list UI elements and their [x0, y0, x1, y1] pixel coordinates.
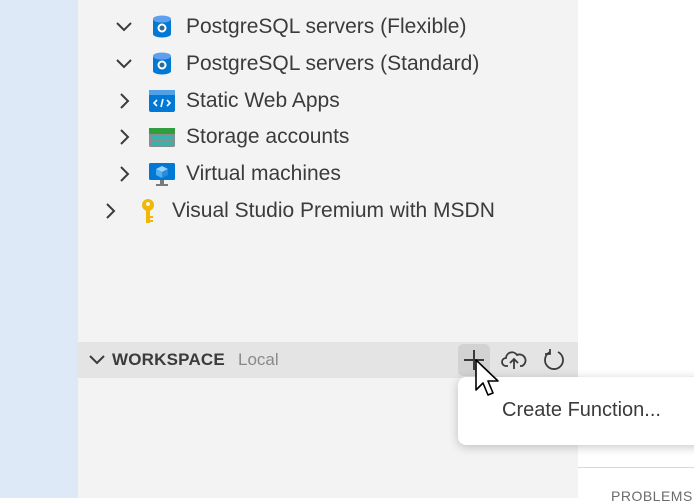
- activity-bar: [0, 0, 78, 498]
- tree-item-label: Static Web Apps: [186, 89, 340, 112]
- virtual-machine-icon: [148, 160, 176, 188]
- chevron-right-icon[interactable]: [112, 89, 136, 113]
- refresh-button[interactable]: [538, 344, 570, 376]
- chevron-right-icon[interactable]: [112, 162, 136, 186]
- workspace-title: WORKSPACE: [112, 350, 225, 369]
- tree-item-storage-accounts[interactable]: Storage accounts: [112, 120, 349, 154]
- mouse-cursor-icon: [475, 359, 499, 396]
- static-web-apps-icon: [148, 87, 176, 115]
- chevron-down-icon[interactable]: [112, 52, 136, 76]
- tree-item-virtual-machines[interactable]: Virtual machines: [112, 157, 341, 191]
- chevron-down-icon[interactable]: [112, 15, 136, 39]
- panel-divider: [578, 467, 694, 468]
- storage-accounts-icon: [148, 123, 176, 151]
- tree-item-static-web-apps[interactable]: Static Web Apps: [112, 84, 340, 118]
- workspace-subtitle: Local: [238, 350, 279, 369]
- cloud-upload-icon: [501, 351, 527, 369]
- chevron-down-icon[interactable]: [86, 349, 108, 371]
- tab-problems[interactable]: PROBLEMS: [611, 488, 693, 504]
- tree-item-postgresql-flexible[interactable]: PostgreSQL servers (Flexible): [112, 10, 466, 44]
- tree-item-label: PostgreSQL servers (Standard): [186, 52, 480, 75]
- refresh-icon: [544, 349, 564, 370]
- postgresql-icon: [148, 50, 176, 78]
- tree-item-label: Virtual machines: [186, 162, 341, 185]
- tree-item-postgresql-standard[interactable]: PostgreSQL servers (Standard): [112, 47, 479, 81]
- chevron-right-icon[interactable]: [112, 125, 136, 149]
- menu-item-create-function[interactable]: Create Function...: [502, 399, 661, 422]
- tree-item-label: PostgreSQL servers (Flexible): [186, 15, 467, 38]
- tree-item-label: Storage accounts: [186, 125, 350, 148]
- tree-item-label: Visual Studio Premium with MSDN: [172, 199, 495, 222]
- key-icon: [134, 197, 162, 225]
- chevron-right-icon[interactable]: [98, 199, 122, 223]
- tree-item-subscription[interactable]: Visual Studio Premium with MSDN: [98, 194, 495, 228]
- postgresql-icon: [148, 13, 176, 41]
